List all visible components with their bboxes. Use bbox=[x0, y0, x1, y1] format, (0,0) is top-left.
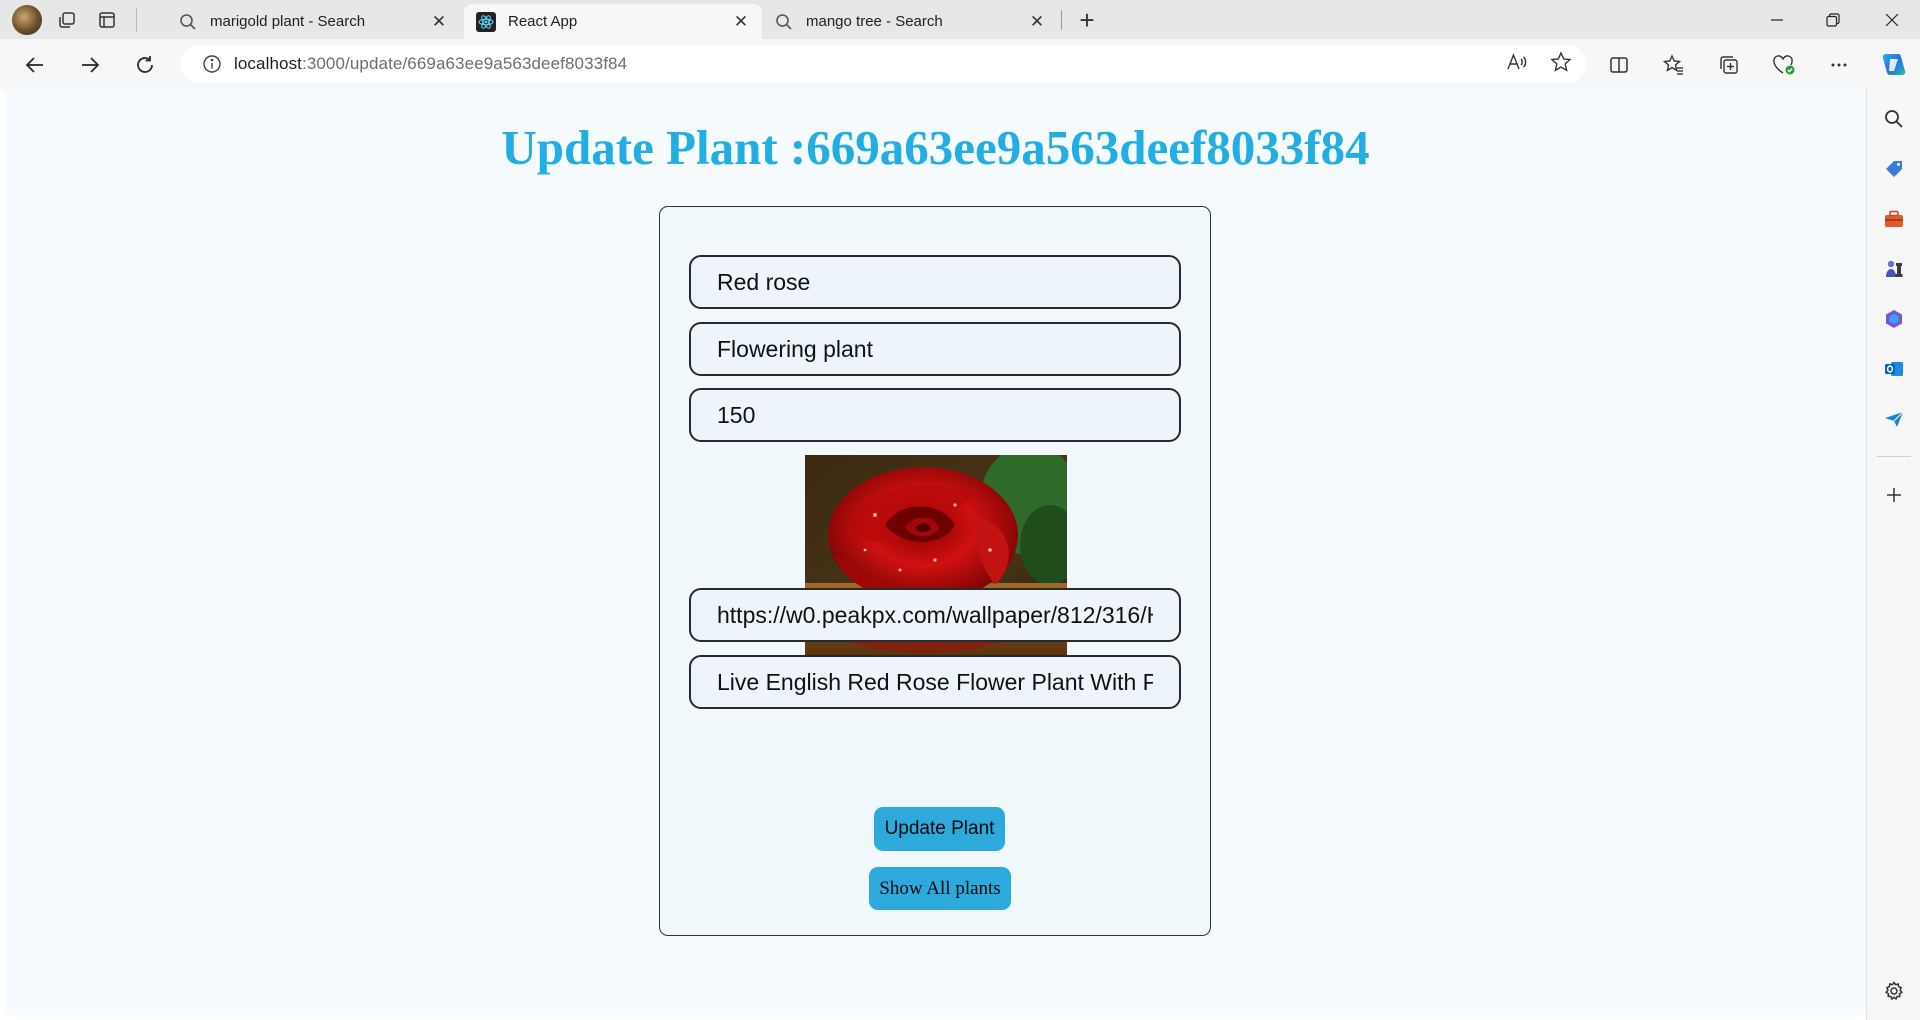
tab-marigold-search[interactable]: marigold plant - Search ✕ bbox=[166, 4, 460, 39]
browser-essentials-icon[interactable] bbox=[1766, 47, 1802, 83]
restore-icon[interactable] bbox=[1805, 0, 1861, 39]
forward-arrow-icon[interactable] bbox=[72, 47, 108, 83]
workspaces-icon[interactable] bbox=[52, 5, 82, 35]
tab-title: marigold plant - Search bbox=[210, 13, 366, 30]
tab-strip-divider bbox=[136, 7, 137, 32]
minimize-icon[interactable] bbox=[1749, 0, 1805, 39]
description-input[interactable] bbox=[689, 655, 1181, 709]
url-path: :3000/update/669a63ee9a563deef8033f84 bbox=[302, 54, 628, 73]
read-aloud-icon[interactable] bbox=[1506, 51, 1528, 78]
url-host: localhost bbox=[234, 54, 302, 73]
profile-avatar[interactable] bbox=[12, 4, 42, 35]
tab-react-app[interactable]: React App ✕ bbox=[464, 4, 762, 39]
copilot-icon[interactable] bbox=[1876, 47, 1912, 83]
more-options-icon[interactable] bbox=[1821, 47, 1857, 83]
show-all-plants-button[interactable]: Show All plants bbox=[869, 867, 1011, 910]
plant-name-input[interactable] bbox=[689, 255, 1181, 309]
search-icon bbox=[774, 12, 794, 32]
plant-category-input[interactable] bbox=[689, 322, 1181, 376]
tab-strip: marigold plant - Search ✕ React App ✕ ma… bbox=[0, 0, 1920, 39]
react-logo-icon bbox=[476, 11, 496, 32]
plant-price-input[interactable] bbox=[689, 388, 1181, 442]
search-icon bbox=[178, 12, 198, 32]
microsoft-365-icon[interactable] bbox=[1880, 305, 1908, 333]
close-icon[interactable]: ✕ bbox=[1026, 11, 1048, 33]
tab-mango-search[interactable]: mango tree - Search ✕ bbox=[762, 4, 1058, 39]
add-sidebar-app-icon[interactable] bbox=[1880, 481, 1908, 509]
refresh-icon[interactable] bbox=[127, 47, 163, 83]
edge-sidebar bbox=[1866, 89, 1920, 1020]
tab-divider bbox=[1061, 10, 1062, 30]
address-bar[interactable]: localhost:3000/update/669a63ee9a563deef8… bbox=[180, 45, 1586, 83]
outlook-icon[interactable] bbox=[1880, 355, 1908, 383]
page-viewport: Update Plant :669a63ee9a563deef8033f84 R… bbox=[5, 89, 1866, 1015]
close-icon[interactable]: ✕ bbox=[428, 11, 450, 33]
split-screen-icon[interactable] bbox=[1601, 47, 1637, 83]
games-chess-icon[interactable] bbox=[1880, 255, 1908, 283]
tab-title: mango tree - Search bbox=[806, 13, 943, 30]
close-icon[interactable]: ✕ bbox=[730, 11, 752, 33]
sidebar-search-icon[interactable] bbox=[1880, 105, 1908, 133]
sidebar-settings-gear-icon[interactable] bbox=[1880, 977, 1908, 1005]
sidebar-divider bbox=[1877, 456, 1911, 457]
update-plant-form: Update Plant Show All plants bbox=[659, 206, 1211, 936]
vertical-tabs-icon[interactable] bbox=[92, 5, 122, 35]
drop-send-icon[interactable] bbox=[1880, 405, 1908, 433]
favorite-star-icon[interactable] bbox=[1550, 50, 1572, 78]
shopping-tag-icon[interactable] bbox=[1880, 155, 1908, 183]
back-arrow-icon[interactable] bbox=[17, 47, 53, 83]
url-text: localhost:3000/update/669a63ee9a563deef8… bbox=[234, 54, 627, 74]
page-title: Update Plant :669a63ee9a563deef8033f84 bbox=[501, 120, 1370, 175]
new-tab-icon[interactable]: + bbox=[1071, 4, 1103, 36]
image-url-input[interactable] bbox=[689, 588, 1181, 642]
tab-title: React App bbox=[508, 13, 578, 30]
favorites-icon[interactable] bbox=[1656, 47, 1692, 83]
update-plant-button[interactable]: Update Plant bbox=[874, 807, 1005, 851]
window-close-icon[interactable] bbox=[1864, 0, 1920, 39]
tools-toolbox-icon[interactable] bbox=[1880, 205, 1908, 233]
collections-icon[interactable] bbox=[1711, 47, 1747, 83]
site-info-icon[interactable] bbox=[190, 54, 234, 74]
